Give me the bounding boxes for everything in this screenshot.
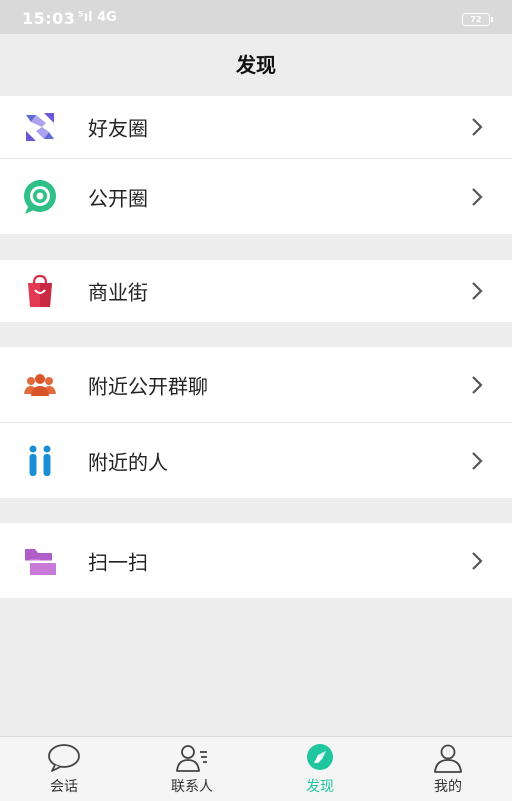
menu-item-label: 公开圈	[88, 186, 148, 210]
menu-item-label: 附近的人	[88, 450, 168, 474]
tab-label: 联系人	[171, 779, 213, 795]
chevron-right-icon	[472, 282, 483, 300]
chevron-right-icon	[472, 551, 483, 570]
tab-label: 发现	[306, 779, 334, 795]
tab-me[interactable]: 我的	[384, 737, 512, 801]
tab-label: 会话	[50, 779, 78, 795]
status-time: 15:03	[22, 9, 76, 28]
menu-item-label: 扫一扫	[88, 550, 148, 574]
menu-item-nearby-public-groups[interactable]: 附近公开群聊	[0, 347, 512, 422]
group-people-icon	[24, 373, 56, 396]
menu-item-friends-circle[interactable]: 好友圈	[0, 96, 512, 158]
friends-circle-icon	[26, 113, 54, 141]
title-bar: 发现	[0, 34, 512, 96]
menu-item-public-circle[interactable]: 公开圈	[0, 158, 512, 234]
menu-item-business-street[interactable]: 商业街	[0, 260, 512, 322]
tab-label: 我的	[434, 779, 462, 795]
menu-group-social: 好友圈 公开圈	[0, 96, 512, 234]
compass-icon	[307, 744, 333, 770]
chevron-right-icon	[472, 451, 483, 470]
tab-chats[interactable]: 会话	[0, 737, 128, 801]
menu-item-nearby-people[interactable]: 附近的人	[0, 422, 512, 498]
chevron-right-icon	[472, 187, 483, 206]
menu-group-tools: 扫一扫	[0, 523, 512, 598]
battery-icon: 72	[462, 13, 493, 26]
menu-item-label: 附近公开群聊	[88, 374, 208, 398]
shopping-bag-icon	[28, 274, 52, 307]
menu-group-nearby: 附近公开群聊 附近的人	[0, 347, 512, 498]
profile-icon	[434, 744, 462, 773]
page-title: 发现	[236, 53, 276, 77]
chat-bubble-icon	[48, 744, 80, 772]
menu-item-label: 商业街	[88, 280, 148, 305]
menu-item-label: 好友圈	[88, 116, 148, 141]
tab-contacts[interactable]: 联系人	[128, 737, 256, 801]
menu-item-scan[interactable]: 扫一扫	[0, 523, 512, 598]
menu-group-commerce: 商业街	[0, 260, 512, 322]
public-circle-icon	[24, 179, 56, 214]
tab-discover[interactable]: 发现	[256, 737, 384, 801]
scan-icon	[25, 548, 56, 575]
status-bar: 15:03 ⁵ıl 4G 72	[0, 0, 512, 34]
chevron-right-icon	[472, 375, 483, 394]
contacts-icon	[176, 745, 207, 772]
signal-icon: ⁵ıl 4G	[78, 10, 117, 25]
nearby-people-icon	[29, 445, 51, 476]
chevron-right-icon	[472, 118, 483, 136]
bottom-tab-bar: 会话 联系人 发现 我的	[0, 736, 512, 801]
